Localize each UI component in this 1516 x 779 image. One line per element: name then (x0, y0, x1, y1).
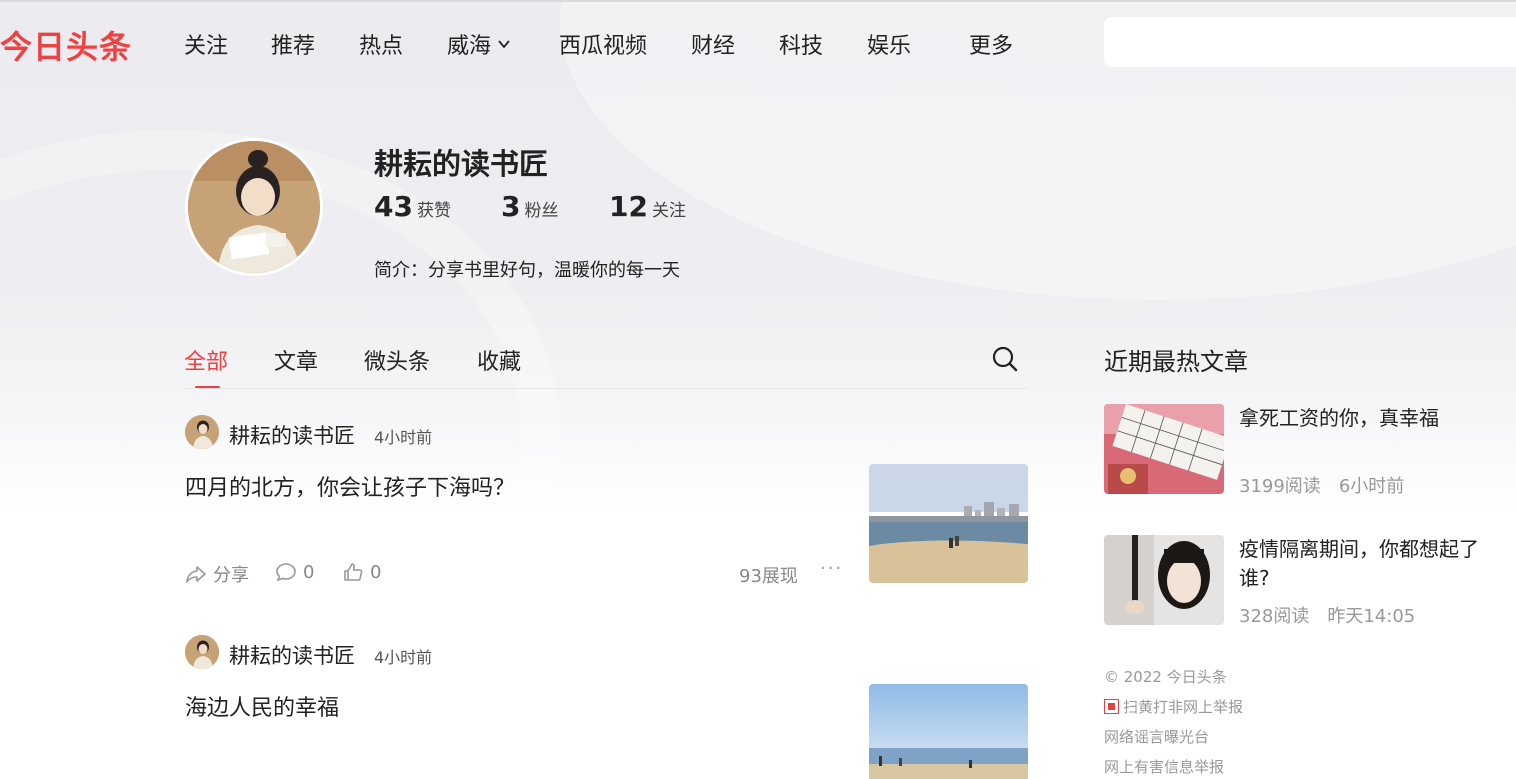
nav-item-city[interactable]: 威海 (447, 28, 511, 60)
nav-item-xigua-video[interactable]: 西瓜视频 (559, 28, 647, 60)
comment-button[interactable]: 0 (275, 561, 314, 583)
feed-title[interactable]: 四月的北方，你会让孩子下海吗？ (185, 470, 515, 502)
nav-item-finance[interactable]: 财经 (691, 28, 735, 60)
hot-article-meta: 3199阅读 6小时前 (1239, 476, 1405, 497)
feed-thumbnail[interactable] (869, 684, 1028, 779)
tab-favorites[interactable]: 收藏 (477, 344, 521, 376)
view-count: 93展现 (739, 566, 798, 587)
beach-photo (869, 684, 1028, 779)
hot-articles-title: 近期最热文章 (1104, 348, 1248, 376)
nav-item-tech[interactable]: 科技 (779, 28, 823, 60)
share-button[interactable]: 分享 (185, 561, 249, 587)
logo[interactable]: 今日头条 (0, 22, 132, 68)
portrait-photo (1104, 535, 1224, 625)
more-options-button[interactable]: ··· (820, 558, 843, 579)
report-illegal-link[interactable]: 扫黄打非网上举报 (1104, 696, 1243, 717)
stat-fans[interactable]: 3 粉丝 (501, 190, 558, 223)
nav-item-hot[interactable]: 热点 (359, 28, 403, 60)
thumbs-up-icon (344, 563, 363, 581)
salary-slip-photo (1104, 404, 1224, 494)
copyright: © 2022 今日头条 (1104, 668, 1227, 686)
beach-photo (869, 464, 1028, 583)
hot-article-meta: 328阅读 昨天14:05 (1239, 606, 1416, 627)
search-input[interactable] (1104, 17, 1516, 67)
nav-item-more[interactable]: 更多 (969, 28, 1013, 60)
feed-author-name[interactable]: 耕耘的读书匠 (229, 640, 355, 670)
feed-timestamp: 4小时前 (374, 428, 433, 447)
avatar-illustration (185, 635, 219, 669)
avatar-illustration (185, 415, 219, 449)
hot-article-thumbnail[interactable] (1104, 535, 1224, 625)
profile-bio: 简介：分享书里好句，温暖你的每一天 (374, 260, 680, 281)
profile-name: 耕耘的读书匠 (374, 147, 549, 181)
avatar[interactable] (185, 415, 219, 449)
feed-author-name[interactable]: 耕耘的读书匠 (229, 420, 355, 450)
profile-avatar[interactable] (185, 138, 323, 276)
rumor-exposure-link[interactable]: 网络谣言曝光台 (1104, 726, 1209, 747)
report-icon (1104, 699, 1119, 714)
like-button[interactable]: 0 (342, 561, 381, 583)
comment-icon (276, 563, 296, 582)
feed-thumbnail[interactable] (869, 464, 1028, 583)
tab-all[interactable]: 全部 (184, 344, 228, 376)
chevron-down-icon (498, 40, 510, 49)
hot-article-title[interactable]: 疫情隔离期间，你都想起了谁? (1239, 535, 1479, 593)
avatar-illustration (188, 141, 320, 273)
harmful-info-report-link[interactable]: 网上有害信息举报 (1104, 756, 1224, 777)
tab-articles[interactable]: 文章 (274, 344, 318, 376)
stat-likes: 43 获赞 (374, 190, 451, 223)
search-icon[interactable] (990, 344, 1020, 374)
avatar[interactable] (185, 635, 219, 669)
feed-title[interactable]: 海边人民的幸福 (185, 690, 339, 722)
nav-item-entertainment[interactable]: 娱乐 (867, 28, 911, 60)
stat-following[interactable]: 12 关注 (609, 190, 686, 223)
nav-item-recommend[interactable]: 推荐 (271, 28, 315, 60)
hot-article-title[interactable]: 拿死工资的你，真幸福 (1239, 404, 1479, 433)
feed-timestamp: 4小时前 (374, 648, 433, 667)
tab-divider (185, 388, 1028, 389)
hot-article-thumbnail[interactable] (1104, 404, 1224, 494)
share-icon (186, 566, 206, 583)
nav-item-follow[interactable]: 关注 (184, 28, 228, 60)
top-border (0, 0, 1516, 2)
tab-micro-posts[interactable]: 微头条 (364, 344, 430, 376)
